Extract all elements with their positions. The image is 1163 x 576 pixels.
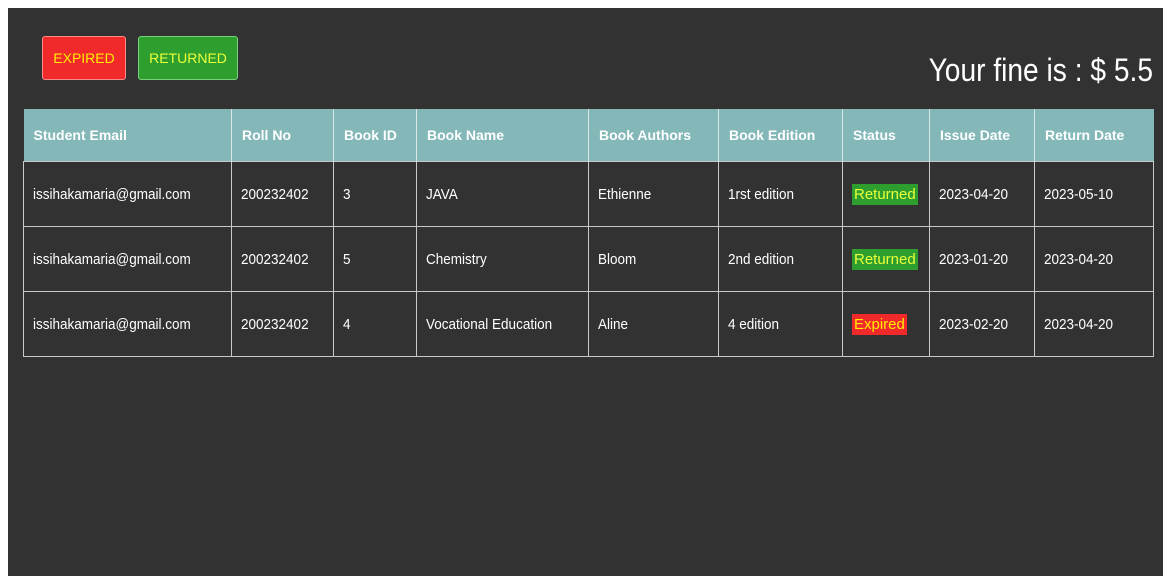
cell-status: Returned xyxy=(842,161,930,227)
returned-filter-button[interactable]: RETURNED xyxy=(138,36,238,80)
cell-issue-date: 2023-01-20 xyxy=(929,226,1035,292)
header-status: Status xyxy=(842,109,930,162)
cell-roll-no: 200232402 xyxy=(231,226,334,292)
status-badge: Expired xyxy=(852,313,907,335)
cell-email: issihakamaria@gmail.com xyxy=(23,291,232,357)
header-roll-no: Roll No xyxy=(231,109,334,162)
cell-book-author: Bloom xyxy=(588,226,719,292)
table-row: issihakamaria@gmail.com 200232402 5 Chem… xyxy=(23,226,1154,292)
cell-status: Returned xyxy=(842,226,930,292)
cell-roll-no: 200232402 xyxy=(231,161,334,227)
cell-book-name: JAVA xyxy=(416,161,589,227)
table-row: issihakamaria@gmail.com 200232402 3 JAVA… xyxy=(23,161,1154,227)
cell-email: issihakamaria@gmail.com xyxy=(23,161,232,227)
borrow-records-table: Student Email Roll No Book ID Book Name … xyxy=(23,109,1154,357)
header-issue-date: Issue Date xyxy=(929,109,1035,162)
table-row: issihakamaria@gmail.com 200232402 4 Voca… xyxy=(23,291,1154,357)
header-book-edition: Book Edition xyxy=(718,109,843,162)
cell-return-date: 2023-04-20 xyxy=(1034,291,1154,357)
fine-amount: Your fine is : $ 5.5 xyxy=(928,52,1153,88)
cell-issue-date: 2023-04-20 xyxy=(929,161,1035,227)
cell-book-edition: 2nd edition xyxy=(718,226,843,292)
cell-book-name: Chemistry xyxy=(416,226,589,292)
cell-email: issihakamaria@gmail.com xyxy=(23,226,232,292)
cell-book-id: 3 xyxy=(333,161,417,227)
header-student-email: Student Email xyxy=(23,109,232,162)
cell-return-date: 2023-05-10 xyxy=(1034,161,1154,227)
cell-book-edition: 1rst edition xyxy=(718,161,843,227)
cell-issue-date: 2023-02-20 xyxy=(929,291,1035,357)
cell-book-id: 4 xyxy=(333,291,417,357)
header-return-date: Return Date xyxy=(1034,109,1154,162)
header-book-name: Book Name xyxy=(416,109,589,162)
cell-book-id: 5 xyxy=(333,226,417,292)
cell-book-author: Ethienne xyxy=(588,161,719,227)
expired-filter-button[interactable]: EXPIRED xyxy=(42,36,126,80)
cell-roll-no: 200232402 xyxy=(231,291,334,357)
cell-book-author: Aline xyxy=(588,291,719,357)
header-book-authors: Book Authors xyxy=(588,109,719,162)
cell-book-edition: 4 edition xyxy=(718,291,843,357)
cell-return-date: 2023-04-20 xyxy=(1034,226,1154,292)
status-badge: Returned xyxy=(852,248,918,270)
main-panel: EXPIRED RETURNED Your fine is : $ 5.5 St… xyxy=(8,8,1163,576)
header-book-id: Book ID xyxy=(333,109,417,162)
status-badge: Returned xyxy=(852,183,918,205)
cell-book-name: Vocational Education xyxy=(416,291,589,357)
table-header-row: Student Email Roll No Book ID Book Name … xyxy=(23,109,1154,162)
cell-status: Expired xyxy=(842,291,930,357)
